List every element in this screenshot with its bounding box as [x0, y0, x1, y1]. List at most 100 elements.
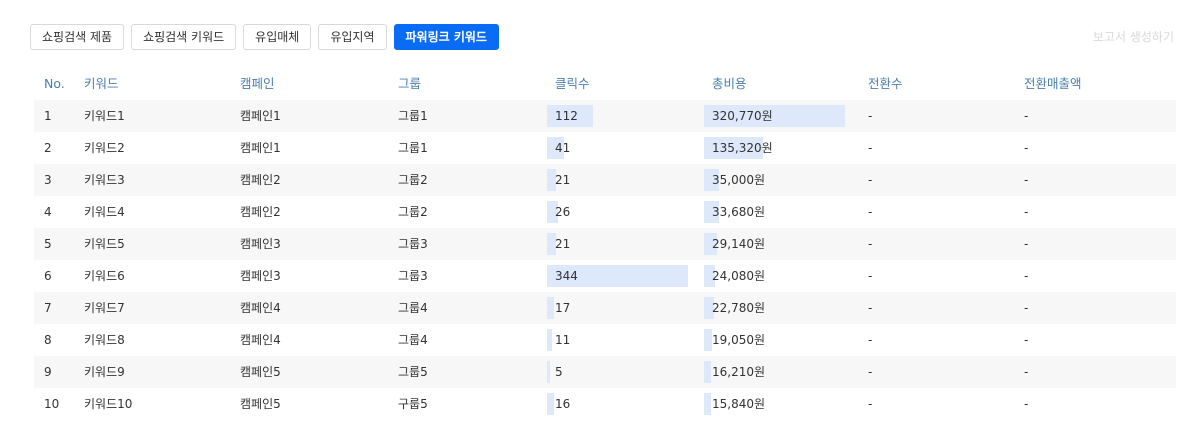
- conversions-cell: -: [868, 109, 873, 123]
- table-row[interactable]: 10 키워드10 캠페인5 구룹5 16 15,840원 - -: [34, 388, 1176, 420]
- tab-inflow-media[interactable]: 유입매체: [243, 24, 312, 50]
- clicks-value: 26: [555, 205, 571, 219]
- campaign-cell: 캠페인1: [240, 109, 281, 123]
- table-row[interactable]: 4 키워드4 캠페인2 그룹2 26 33,680원 - -: [34, 196, 1176, 228]
- tab-powerlink-keywords[interactable]: 파워링크 키워드: [393, 24, 499, 50]
- conversion-revenue-cell: -: [1024, 237, 1029, 251]
- keyword-cell: 키워드4: [84, 205, 125, 219]
- keyword-cell: 키워드10: [84, 397, 133, 411]
- total-cost-value: 24,080원: [712, 269, 766, 283]
- table-row[interactable]: 3 키워드3 캠페인2 그룹2 21 35,000원 - -: [34, 164, 1176, 196]
- conversions-cell: -: [868, 397, 873, 411]
- total-cost-cell: 19,050원: [704, 324, 854, 356]
- column-header-conversions[interactable]: 전환수: [868, 68, 903, 100]
- create-report-button[interactable]: 보고서 생성하기: [1093, 28, 1174, 45]
- column-header-no[interactable]: No.: [44, 68, 65, 100]
- total-cost-cell: 33,680원: [704, 196, 854, 228]
- keyword-cell: 키워드6: [84, 269, 125, 283]
- keyword-cell: 키워드3: [84, 173, 125, 187]
- conversion-revenue-cell: -: [1024, 205, 1029, 219]
- clicks-cell: 21: [547, 228, 697, 260]
- clicks-value: 21: [555, 173, 571, 187]
- clicks-value: 17: [555, 301, 571, 315]
- clicks-value: 16: [555, 397, 571, 411]
- clicks-cell: 41: [547, 132, 697, 164]
- total-cost-value: 320,770원: [712, 109, 773, 123]
- conversion-revenue-cell: -: [1024, 301, 1029, 315]
- table-row[interactable]: 1 키워드1 캠페인1 그룹1 112 320,770원 - -: [34, 100, 1176, 132]
- total-cost-value: 22,780원: [712, 301, 766, 315]
- clicks-value: 41: [555, 141, 571, 155]
- total-cost-value: 33,680원: [712, 205, 766, 219]
- clicks-value: 344: [555, 269, 578, 283]
- conversion-revenue-cell: -: [1024, 333, 1029, 347]
- column-header-clicks[interactable]: 클릭수: [547, 68, 697, 100]
- total-cost-value: 19,050원: [712, 333, 766, 347]
- table-header-row: No. 키워드 캠페인 그룹 클릭수 총비용 전환수 전환매출액: [34, 68, 1176, 100]
- column-header-group[interactable]: 그룹: [398, 68, 421, 100]
- tab-shopping-search-keywords[interactable]: 쇼핑검색 키워드: [131, 24, 237, 50]
- clicks-cell: 17: [547, 292, 697, 324]
- conversions-cell: -: [868, 269, 873, 283]
- total-cost-cell: 22,780원: [704, 292, 854, 324]
- group-cell: 그룹1: [398, 109, 428, 123]
- total-cost-cell: 16,210원: [704, 356, 854, 388]
- total-cost-cell: 24,080원: [704, 260, 854, 292]
- report-tabs: 쇼핑검색 제품 쇼핑검색 키워드 유입매체 유입지역 파워링크 키워드: [30, 24, 506, 50]
- campaign-cell: 캠페인2: [240, 173, 281, 187]
- conversions-cell: -: [868, 141, 873, 155]
- report-toolbar: 쇼핑검색 제품 쇼핑검색 키워드 유입매체 유입지역 파워링크 키워드 보고서 …: [30, 24, 1174, 50]
- column-header-campaign[interactable]: 캠페인: [240, 68, 275, 100]
- keyword-cell: 키워드8: [84, 333, 125, 347]
- total-cost-cell: 135,320원: [704, 132, 854, 164]
- total-cost-value: 29,140원: [712, 237, 766, 251]
- keyword-cell: 키워드7: [84, 301, 125, 315]
- total-cost-cell: 29,140원: [704, 228, 854, 260]
- table-row[interactable]: 5 키워드5 캠페인3 그룹3 21 29,140원 - -: [34, 228, 1176, 260]
- group-cell: 그룹4: [398, 333, 428, 347]
- conversions-cell: -: [868, 301, 873, 315]
- row-number: 1: [44, 109, 52, 123]
- group-cell: 그룹2: [398, 205, 428, 219]
- column-header-keyword[interactable]: 키워드: [84, 68, 119, 100]
- conversions-cell: -: [868, 365, 873, 379]
- table-row[interactable]: 7 키워드7 캠페인4 그룹4 17 22,780원 - -: [34, 292, 1176, 324]
- table-row[interactable]: 6 키워드6 캠페인3 그룹3 344 24,080원 - -: [34, 260, 1176, 292]
- tab-inflow-region[interactable]: 유입지역: [318, 24, 387, 50]
- campaign-cell: 캠페인1: [240, 141, 281, 155]
- conversions-cell: -: [868, 173, 873, 187]
- column-header-total-cost[interactable]: 총비용: [704, 68, 854, 100]
- clicks-value: 21: [555, 237, 571, 251]
- conversion-revenue-cell: -: [1024, 365, 1029, 379]
- total-cost-cell: 15,840원: [704, 388, 854, 420]
- keyword-cell: 키워드5: [84, 237, 125, 251]
- table-body: 1 키워드1 캠페인1 그룹1 112 320,770원 - -2 키워드2 캠페인1 그룹1 41 1…: [34, 100, 1176, 420]
- conversion-revenue-cell: -: [1024, 397, 1029, 411]
- table-row[interactable]: 2 키워드2 캠페인1 그룹1 41 135,320원 - -: [34, 132, 1176, 164]
- row-number: 6: [44, 269, 52, 283]
- tab-shopping-search-products[interactable]: 쇼핑검색 제품: [30, 24, 125, 50]
- conversions-cell: -: [868, 205, 873, 219]
- clicks-cell: 344: [547, 260, 697, 292]
- clicks-value: 5: [555, 365, 563, 379]
- total-cost-cell: 35,000원: [704, 164, 854, 196]
- total-cost-value: 135,320원: [712, 141, 773, 155]
- group-cell: 그룹1: [398, 141, 428, 155]
- conversions-cell: -: [868, 333, 873, 347]
- clicks-cell: 21: [547, 164, 697, 196]
- conversion-revenue-cell: -: [1024, 269, 1029, 283]
- table-row[interactable]: 8 키워드8 캠페인4 그룹4 11 19,050원 - -: [34, 324, 1176, 356]
- conversion-revenue-cell: -: [1024, 109, 1029, 123]
- conversions-cell: -: [868, 237, 873, 251]
- group-cell: 그룹3: [398, 237, 428, 251]
- table-row[interactable]: 9 키워드9 캠페인5 그룹5 5 16,210원 - -: [34, 356, 1176, 388]
- row-number: 7: [44, 301, 52, 315]
- campaign-cell: 캠페인2: [240, 205, 281, 219]
- clicks-value: 112: [555, 109, 578, 123]
- column-header-conversion-revenue[interactable]: 전환매출액: [1024, 68, 1082, 100]
- clicks-cell: 112: [547, 100, 697, 132]
- group-cell: 그룹5: [398, 365, 428, 379]
- clicks-value: 11: [555, 333, 571, 347]
- keyword-table: No. 키워드 캠페인 그룹 클릭수 총비용 전환수 전환매출액 1 키워드1 캠페…: [34, 68, 1176, 420]
- conversion-revenue-cell: -: [1024, 141, 1029, 155]
